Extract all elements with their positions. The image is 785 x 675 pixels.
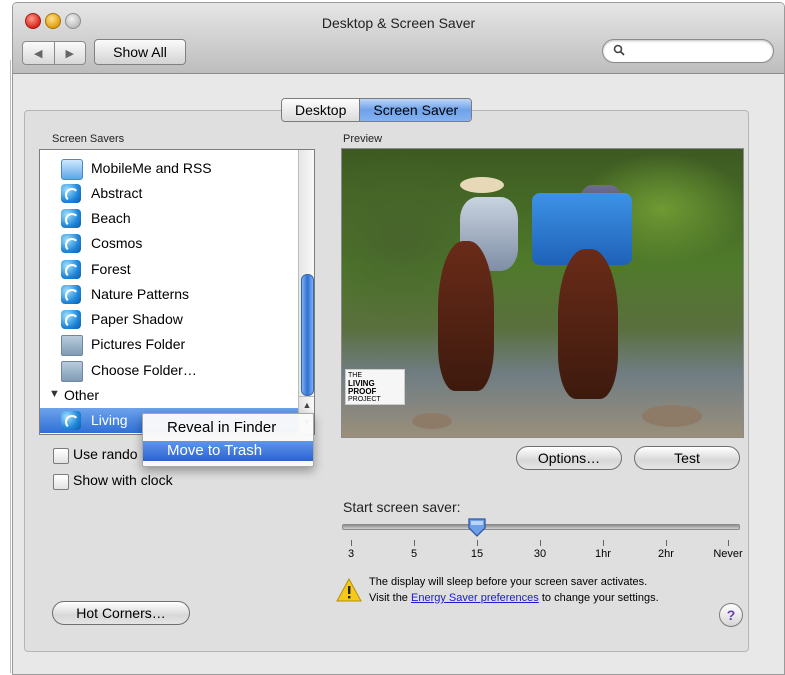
disclosure-triangle-icon[interactable]: ▼ bbox=[49, 388, 60, 400]
start-slider-track[interactable] bbox=[342, 524, 740, 530]
preview-label: Preview bbox=[343, 133, 383, 145]
preview-hat bbox=[460, 177, 504, 193]
slider-tick bbox=[666, 540, 667, 546]
living-proof-logo: THE LIVING PROOF PROJECT bbox=[345, 369, 405, 405]
slider-tick bbox=[351, 540, 352, 546]
warning-icon bbox=[336, 578, 362, 602]
title-bar: Desktop & Screen Saver ◀ ▶ Show All bbox=[13, 3, 784, 74]
screensaver-swirl-icon bbox=[61, 234, 81, 253]
window-title: Desktop & Screen Saver bbox=[321, 15, 476, 31]
slider-tick bbox=[540, 540, 541, 546]
mobileme-icon bbox=[61, 159, 83, 180]
list-item[interactable]: Cosmos bbox=[40, 231, 298, 256]
slider-tick-label: 5 bbox=[410, 548, 418, 560]
pictures-folder-icon bbox=[61, 335, 83, 356]
tab-desktop[interactable]: Desktop bbox=[282, 99, 360, 121]
show-clock-label: Show with clock bbox=[73, 472, 173, 488]
slider-tick-label: Never bbox=[713, 548, 743, 560]
list-scrollbar[interactable]: ▲ ▼ bbox=[298, 150, 314, 434]
list-item[interactable]: Nature Patterns bbox=[40, 282, 298, 307]
back-arrow-icon[interactable]: ◀ bbox=[23, 42, 55, 64]
show-clock-checkbox[interactable] bbox=[53, 474, 69, 490]
search-icon bbox=[613, 44, 625, 56]
preview-horse-left bbox=[438, 241, 494, 391]
slider-tick-label: 1hr bbox=[595, 548, 611, 560]
slider-tick-label: 2hr bbox=[658, 548, 674, 560]
options-button[interactable]: Options… bbox=[516, 446, 622, 470]
screen-saver-list[interactable]: MobileMe and RSS Abstract Beach Cosmos F… bbox=[39, 149, 315, 435]
screen-savers-label: Screen Savers bbox=[52, 133, 125, 145]
background-edge-line bbox=[10, 60, 11, 673]
start-slider-knob[interactable] bbox=[467, 517, 487, 537]
slider-tick bbox=[477, 540, 478, 546]
list-item[interactable]: MobileMe and RSS bbox=[40, 156, 298, 181]
energy-warning: The display will sleep before your scree… bbox=[369, 576, 659, 604]
screensaver-swirl-icon bbox=[61, 184, 81, 203]
start-screen-saver-label: Start screen saver: bbox=[343, 499, 461, 515]
slider-tick bbox=[414, 540, 415, 546]
slider-tick bbox=[728, 540, 729, 546]
list-item[interactable]: Choose Folder… bbox=[40, 358, 298, 383]
list-item[interactable]: Abstract bbox=[40, 181, 298, 206]
tab-screen-saver[interactable]: Screen Saver bbox=[359, 99, 472, 121]
slider-tick-label: 3 bbox=[347, 548, 355, 560]
preview-rock bbox=[412, 413, 452, 429]
preview-rock bbox=[642, 405, 702, 427]
slider-tick-label: 30 bbox=[533, 548, 547, 560]
context-menu: Reveal in Finder Move to Trash bbox=[142, 413, 314, 467]
history-buttons: ◀ ▶ bbox=[22, 41, 86, 65]
list-item[interactable]: Paper Shadow bbox=[40, 307, 298, 332]
list-item[interactable]: Forest bbox=[40, 257, 298, 282]
screen-saver-preview: THE LIVING PROOF PROJECT bbox=[341, 148, 744, 438]
preview-horse-right bbox=[558, 249, 618, 399]
folder-icon bbox=[61, 361, 83, 382]
scroll-up-icon[interactable]: ▲ bbox=[299, 396, 314, 413]
screensaver-swirl-icon bbox=[61, 285, 81, 304]
screensaver-swirl-icon bbox=[61, 209, 81, 228]
use-random-checkbox[interactable] bbox=[53, 448, 69, 464]
use-random-label: Use rando bbox=[73, 446, 138, 462]
show-all-button[interactable]: Show All bbox=[94, 39, 186, 65]
tab-control: Desktop Screen Saver bbox=[281, 98, 473, 122]
energy-saver-link[interactable]: Energy Saver preferences bbox=[411, 592, 539, 604]
list-item[interactable]: Beach bbox=[40, 206, 298, 231]
screensaver-swirl-icon bbox=[61, 310, 81, 329]
hot-corners-button[interactable]: Hot Corners… bbox=[52, 601, 190, 625]
slider-tick bbox=[603, 540, 604, 546]
list-group-other[interactable]: ▼ Other bbox=[40, 383, 298, 408]
slider-tick-label: 15 bbox=[470, 548, 484, 560]
test-button[interactable]: Test bbox=[634, 446, 740, 470]
forward-arrow-icon[interactable]: ▶ bbox=[55, 42, 86, 64]
search-field[interactable] bbox=[602, 39, 774, 63]
screensaver-swirl-icon bbox=[61, 260, 81, 279]
menu-item-reveal-in-finder[interactable]: Reveal in Finder bbox=[143, 418, 313, 438]
list-item[interactable]: Pictures Folder bbox=[40, 332, 298, 357]
screensaver-swirl-icon bbox=[61, 411, 81, 430]
help-button[interactable]: ? bbox=[719, 603, 743, 627]
scrollbar-thumb[interactable] bbox=[301, 274, 314, 396]
menu-item-move-to-trash[interactable]: Move to Trash bbox=[143, 441, 313, 461]
